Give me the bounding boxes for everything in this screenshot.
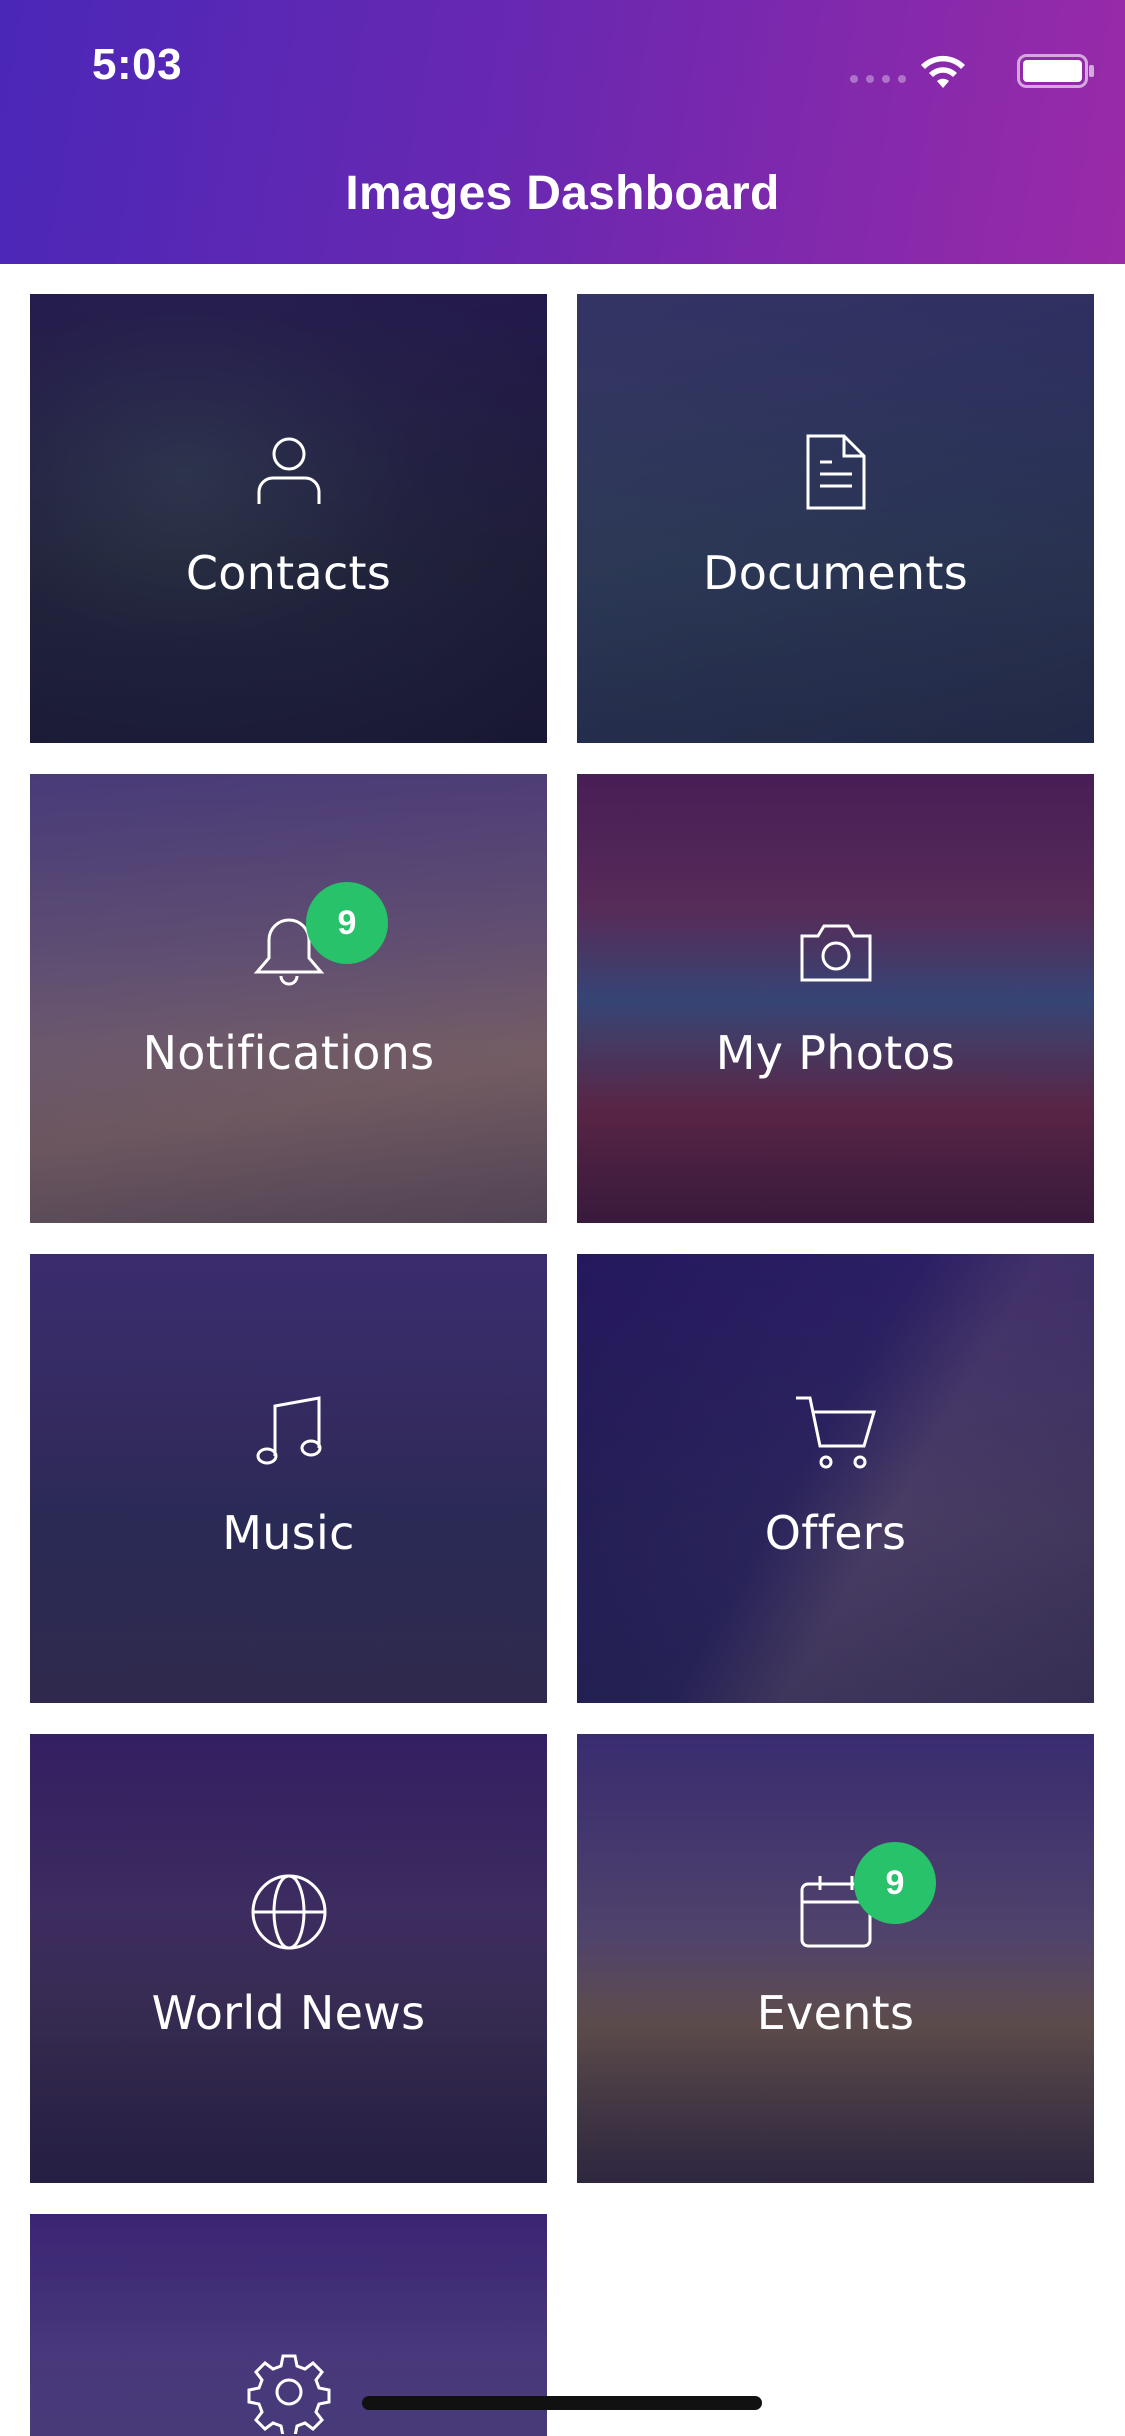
page-title: Images Dashboard: [345, 167, 780, 220]
tile-music[interactable]: Music: [30, 1254, 547, 1703]
tile-label: Offers: [764, 1506, 907, 1560]
home-indicator[interactable]: [362, 2396, 762, 2410]
cart-icon: [794, 1390, 878, 1474]
tile-label: Contacts: [185, 546, 392, 600]
tile-events[interactable]: 9 Events: [577, 1734, 1094, 2183]
battery-icon: [1017, 54, 1095, 88]
tile-label: Documents: [703, 546, 968, 600]
tile-label: My Photos: [715, 1026, 956, 1080]
cellular-signal-icon: [850, 75, 910, 85]
tile-label: Music: [222, 1506, 355, 1560]
gear-icon: [247, 2350, 331, 2436]
app-header: 5:03 Images Dashboard: [0, 0, 1125, 264]
tile-my-photos[interactable]: My Photos: [577, 774, 1094, 1223]
globe-icon: [247, 1870, 331, 1954]
tile-label: Notifications: [142, 1026, 435, 1080]
notification-count-badge: 9: [306, 882, 388, 964]
tile-label: World News: [151, 1986, 426, 2040]
camera-icon: [794, 910, 878, 994]
tile-contacts[interactable]: Contacts: [30, 294, 547, 743]
document-icon: [794, 430, 878, 514]
music-note-icon: [247, 1390, 331, 1474]
tile-notifications[interactable]: 9 Notifications: [30, 774, 547, 1223]
tile-documents[interactable]: Documents: [577, 294, 1094, 743]
events-count-badge: 9: [854, 1842, 936, 1924]
tile-offers[interactable]: Offers: [577, 1254, 1094, 1703]
tile-world-news[interactable]: World News: [30, 1734, 547, 2183]
tile-label: Events: [756, 1986, 915, 2040]
wifi-icon: [919, 54, 967, 90]
status-time: 5:03: [92, 40, 183, 89]
person-icon: [247, 430, 331, 514]
